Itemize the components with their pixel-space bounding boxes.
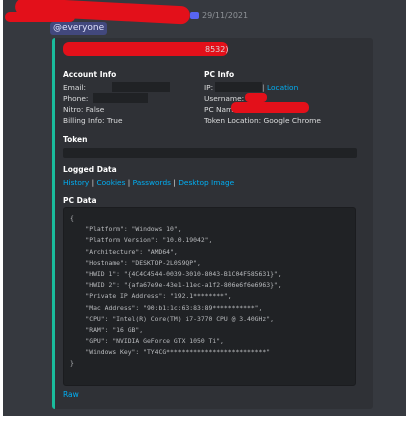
- bot-tag: [190, 12, 199, 19]
- redaction-mark: [5, 12, 75, 22]
- phone-redaction: [93, 93, 148, 103]
- ip-label: IP:: [204, 83, 214, 92]
- pc-info-title: PC Info: [204, 70, 235, 79]
- token-location: Token Location: Google Chrome: [204, 116, 321, 125]
- code-line: "Platform": "Windows 10",: [70, 225, 182, 234]
- code-line: }: [70, 359, 74, 368]
- billing-status: Billing Info: True: [63, 116, 123, 125]
- code-line: "Windows Key": "TY4CG*******************…: [70, 348, 271, 357]
- code-line: "Platform Version": "10.0.19042",: [70, 236, 213, 245]
- phone-label: Phone:: [63, 94, 89, 103]
- logged-data-title: Logged Data: [63, 165, 117, 174]
- embed-card: 8532) Account Info Email: Phone: Nitro: …: [52, 38, 373, 409]
- logged-links: History | Cookies | Passwords | Desktop …: [63, 178, 234, 187]
- nitro-status: Nitro: False: [63, 105, 105, 114]
- code-line: "Hostname": "DESKTOP-2L0S9QP",: [70, 258, 201, 267]
- email-redaction: [112, 82, 170, 92]
- token-title: Token: [63, 135, 88, 144]
- discord-message-area: 29/11/2021 @everyone 8532) Account Info …: [3, 0, 406, 416]
- token-redaction: [63, 148, 357, 158]
- code-line: "Architecture": "AMD64",: [70, 247, 178, 256]
- code-line: "GPU": "NVIDIA GeForce GTX 1050 Ti",: [70, 337, 224, 346]
- code-line: "HWID 2": "{afa67e9e-43e1-11ec-a1f2-806e…: [70, 281, 282, 290]
- code-line: "Private IP Address": "192.1********",: [70, 292, 232, 301]
- message-timestamp: 29/11/2021: [202, 11, 249, 20]
- code-line: "RAM": "16 GB",: [70, 325, 144, 334]
- redaction-mark: [63, 42, 228, 56]
- separator: |: [262, 83, 265, 92]
- raw-link[interactable]: Raw: [63, 390, 79, 399]
- pc-name-label: PC Nam: [204, 105, 234, 114]
- history-link[interactable]: History: [63, 178, 89, 187]
- code-line: {: [70, 214, 74, 222]
- redaction-mark: [231, 102, 309, 113]
- code-line: "CPU": "Intel(R) Core(TM) i7-3770 CPU @ …: [70, 314, 274, 323]
- passwords-link[interactable]: Passwords: [133, 178, 171, 187]
- code-line: "HWID 1": "{4C4C4544-0039-3010-8043-B1C0…: [70, 269, 282, 278]
- ip-redaction: [215, 82, 262, 92]
- pc-data-title: PC Data: [63, 196, 97, 205]
- everyone-mention[interactable]: @everyone: [50, 22, 108, 35]
- email-label: Email:: [63, 83, 86, 92]
- code-line: "Mac Address": "90:b1:1c:63:83:89*******…: [70, 303, 263, 312]
- account-info-title: Account Info: [63, 70, 117, 79]
- cookies-link[interactable]: Cookies: [97, 178, 126, 187]
- desktop-image-link[interactable]: Desktop Image: [178, 178, 234, 187]
- pc-data-codeblock: { "Platform": "Windows 10", "Platform Ve…: [63, 207, 356, 386]
- redaction-mark: [245, 93, 267, 102]
- location-link[interactable]: Location: [267, 83, 298, 92]
- embed-author: 8532): [205, 45, 229, 54]
